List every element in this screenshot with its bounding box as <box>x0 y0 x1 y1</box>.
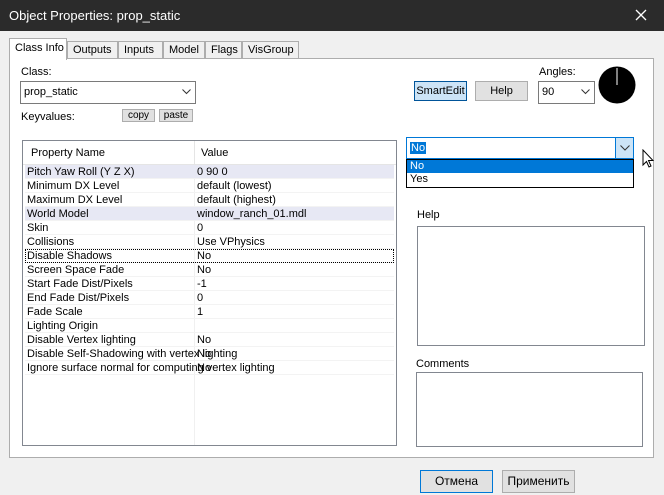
table-row[interactable]: Start Fade Dist/Pixels -1 <box>25 277 394 291</box>
paste-button[interactable]: paste <box>159 109 193 122</box>
angle-dial[interactable] <box>598 66 636 104</box>
chevron-down-icon <box>581 89 590 95</box>
copy-button[interactable]: copy <box>122 109 155 122</box>
table-row[interactable]: End Fade Dist/Pixels 0 <box>25 291 394 305</box>
table-row[interactable]: Pitch Yaw Roll (Y Z X) 0 90 0 <box>25 165 394 179</box>
value-combobox-selected: No <box>410 142 427 154</box>
window-title: Object Properties: prop_static <box>9 8 181 23</box>
col-value[interactable]: Value <box>201 147 228 159</box>
help-label: Help <box>417 209 440 221</box>
col-property-name[interactable]: Property Name <box>31 147 105 159</box>
value-dropdown-list: No Yes <box>406 159 634 188</box>
table-row[interactable]: Ignore surface normal for computing vert… <box>25 361 394 375</box>
properties-grid: Property Name Value Pitch Yaw Roll (Y Z … <box>22 140 397 446</box>
comments-textarea[interactable] <box>416 372 643 447</box>
table-row[interactable]: Collisions Use VPhysics <box>25 235 394 249</box>
class-value: prop_static <box>24 86 78 98</box>
help-button[interactable]: Help <box>475 81 528 101</box>
tab-visgroup[interactable]: VisGroup <box>242 41 299 59</box>
table-row[interactable]: Disable Vertex lighting No <box>25 333 394 347</box>
comments-label: Comments <box>416 358 470 370</box>
tab-outputs[interactable]: Outputs <box>67 41 118 59</box>
class-label: Class: <box>21 66 52 78</box>
table-row[interactable]: Fade Scale 1 <box>25 305 394 319</box>
tab-inputs[interactable]: Inputs <box>118 41 163 59</box>
angles-label: Angles: <box>539 66 576 78</box>
table-row[interactable]: Lighting Origin <box>25 319 394 333</box>
table-row[interactable]: Minimum DX Level default (lowest) <box>25 179 394 193</box>
table-row[interactable]: World Model window_ranch_01.mdl <box>25 207 394 221</box>
table-row[interactable]: Screen Space Fade No <box>25 263 394 277</box>
mouse-pointer-icon <box>642 149 654 168</box>
smartedit-button[interactable]: SmartEdit <box>414 81 467 101</box>
class-combobox[interactable]: prop_static <box>20 81 196 104</box>
close-icon <box>635 9 647 21</box>
chevron-down-icon <box>182 89 191 95</box>
table-row[interactable]: Disable Self-Shadowing with vertex light… <box>25 347 394 361</box>
value-combobox[interactable]: No <box>406 137 634 159</box>
dropdown-option-no[interactable]: No <box>407 160 633 173</box>
value-combobox-arrow[interactable] <box>615 138 633 158</box>
angles-value: 90 <box>542 86 555 98</box>
tab-class-info[interactable]: Class Info <box>9 38 67 60</box>
tab-model[interactable]: Model <box>163 41 205 59</box>
title-bar: Object Properties: prop_static <box>0 0 664 31</box>
dropdown-option-yes[interactable]: Yes <box>407 173 633 186</box>
keyvalues-label: Keyvalues: <box>21 111 75 123</box>
cancel-button[interactable]: Отмена <box>420 470 493 493</box>
table-row-selected[interactable]: Disable Shadows No <box>25 249 394 263</box>
table-row[interactable]: Maximum DX Level default (highest) <box>25 193 394 207</box>
apply-button[interactable]: Применить <box>502 470 575 493</box>
tab-flags[interactable]: Flags <box>205 41 242 59</box>
grid-header: Property Name Value <box>23 141 396 165</box>
angles-combobox[interactable]: 90 <box>538 81 595 104</box>
table-row[interactable]: Skin 0 <box>25 221 394 235</box>
grid-rows: Pitch Yaw Roll (Y Z X) 0 90 0 Minimum DX … <box>25 165 394 375</box>
help-text-box <box>417 226 645 346</box>
chevron-down-icon <box>620 145 630 151</box>
close-button[interactable] <box>618 0 664 31</box>
